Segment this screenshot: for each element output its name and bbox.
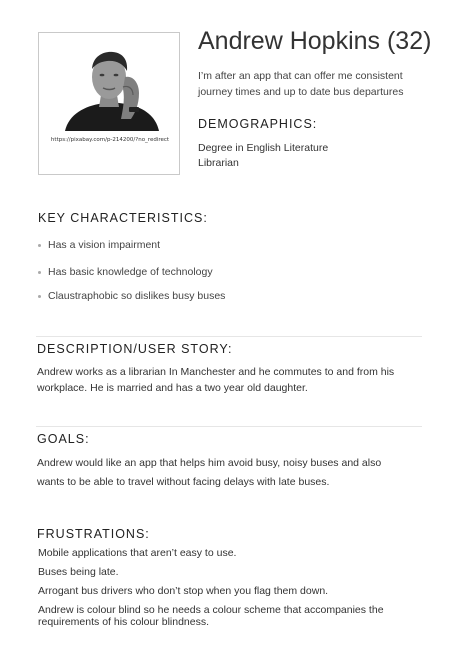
bullet-icon <box>38 294 41 298</box>
frustration-item: Andrew is colour blind so he needs a col… <box>38 604 384 628</box>
demographics-item: Librarian <box>198 157 239 169</box>
demographics-item: Degree in English Literature <box>198 142 329 154</box>
frustration-item: Buses being late. <box>38 566 119 578</box>
persona-quote: I’m after an app that can offer me consi… <box>198 70 404 98</box>
characteristic-text: Has a vision impairment <box>48 239 161 251</box>
bullet-icon <box>38 243 41 247</box>
characteristic-item: Has a vision impairment <box>38 239 160 251</box>
demographics-heading: DEMOGRAPHICS: <box>198 117 318 131</box>
characteristic-text: Has basic knowledge of technology <box>48 266 213 278</box>
description-heading: DESCRIPTION/USER STORY: <box>37 342 233 356</box>
characteristic-item: Has basic knowledge of technology <box>38 266 213 278</box>
photo-caption: https://pixabay.com/p-214200/?no_redirec… <box>50 137 170 143</box>
profile-photo-frame: https://pixabay.com/p-214200/?no_redirec… <box>38 32 180 175</box>
persona-name: Andrew Hopkins (32) <box>198 27 432 55</box>
key-characteristics-heading: KEY CHARACTERISTICS: <box>38 211 208 225</box>
section-divider <box>36 426 422 427</box>
profile-photo <box>47 47 173 131</box>
characteristic-item: Claustraphobic so dislikes busy buses <box>38 290 225 302</box>
characteristic-text: Claustraphobic so dislikes busy buses <box>48 290 226 302</box>
bullet-icon <box>38 270 41 274</box>
frustration-item: Mobile applications that aren’t easy to … <box>38 547 237 559</box>
demographics-list: Degree in English Literature Librarian <box>198 141 328 171</box>
description-text: Andrew works as a librarian In Mancheste… <box>37 366 395 394</box>
goals-heading: GOALS: <box>37 432 90 446</box>
frustrations-heading: FRUSTRATIONS: <box>37 527 150 541</box>
goals-text: Andrew would like an app that helps him … <box>37 457 382 488</box>
section-divider <box>36 336 422 337</box>
frustration-item: Arrogant bus drivers who don’t stop when… <box>38 585 329 597</box>
